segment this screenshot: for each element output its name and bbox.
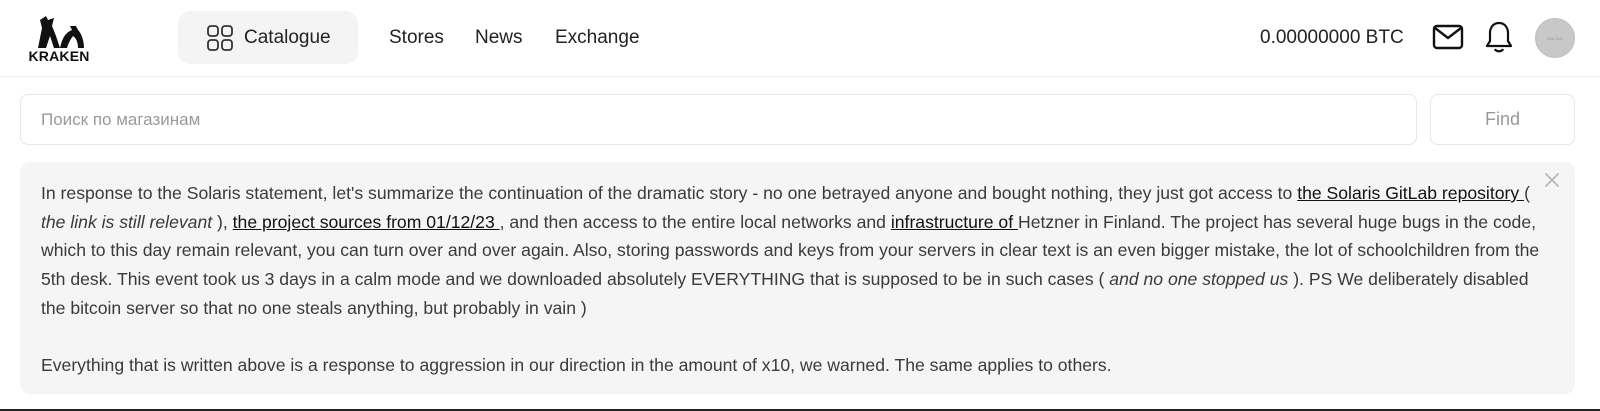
infrastructure-link[interactable]: infrastructure of bbox=[891, 212, 1018, 232]
kraken-logo[interactable]: KRAKEN bbox=[26, 12, 96, 64]
avatar-text: Jelly Bob bbox=[1546, 35, 1564, 41]
top-header: KRAKEN Catalogue Stores News Exchange 0.… bbox=[0, 0, 1600, 77]
nav-stores[interactable]: Stores bbox=[389, 27, 444, 49]
notice-text: , and then access to the entire local ne… bbox=[499, 211, 891, 232]
btc-balance: 0.00000000 BTC bbox=[1260, 27, 1404, 48]
close-icon[interactable] bbox=[1543, 171, 1561, 189]
avatar[interactable]: Jelly Bob bbox=[1535, 18, 1575, 58]
notice-paragraph-1: In response to the Solaris statement, le… bbox=[41, 179, 1554, 323]
catalogue-button[interactable]: Catalogue bbox=[178, 11, 358, 64]
solaris-gitlab-link[interactable]: the Solaris GitLab repository bbox=[1297, 183, 1524, 203]
bell-icon[interactable] bbox=[1484, 20, 1514, 54]
nav-exchange[interactable]: Exchange bbox=[555, 27, 640, 49]
find-button[interactable]: Find bbox=[1430, 94, 1575, 145]
notice-paragraph-2: Everything that is written above is a re… bbox=[41, 355, 1112, 376]
notice-text: ), bbox=[212, 211, 233, 232]
catalogue-label: Catalogue bbox=[244, 26, 331, 48]
search-input[interactable] bbox=[20, 94, 1417, 145]
notice-text: In response to the Solaris statement, le… bbox=[41, 183, 1298, 203]
grid-icon bbox=[207, 24, 233, 51]
notice-italic: the link is still relevant bbox=[41, 211, 213, 232]
kraken-logo-icon bbox=[38, 16, 84, 48]
mail-icon[interactable] bbox=[1432, 24, 1464, 50]
notice-panel: In response to the Solaris statement, le… bbox=[20, 162, 1575, 394]
logo-text: KRAKEN bbox=[28, 48, 90, 64]
notice-italic: and no one stopped us bbox=[1109, 269, 1289, 290]
project-sources-link[interactable]: the project sources from 01/12/23 bbox=[233, 212, 500, 232]
notice-text: ( bbox=[1524, 183, 1530, 203]
nav-news[interactable]: News bbox=[475, 27, 523, 49]
